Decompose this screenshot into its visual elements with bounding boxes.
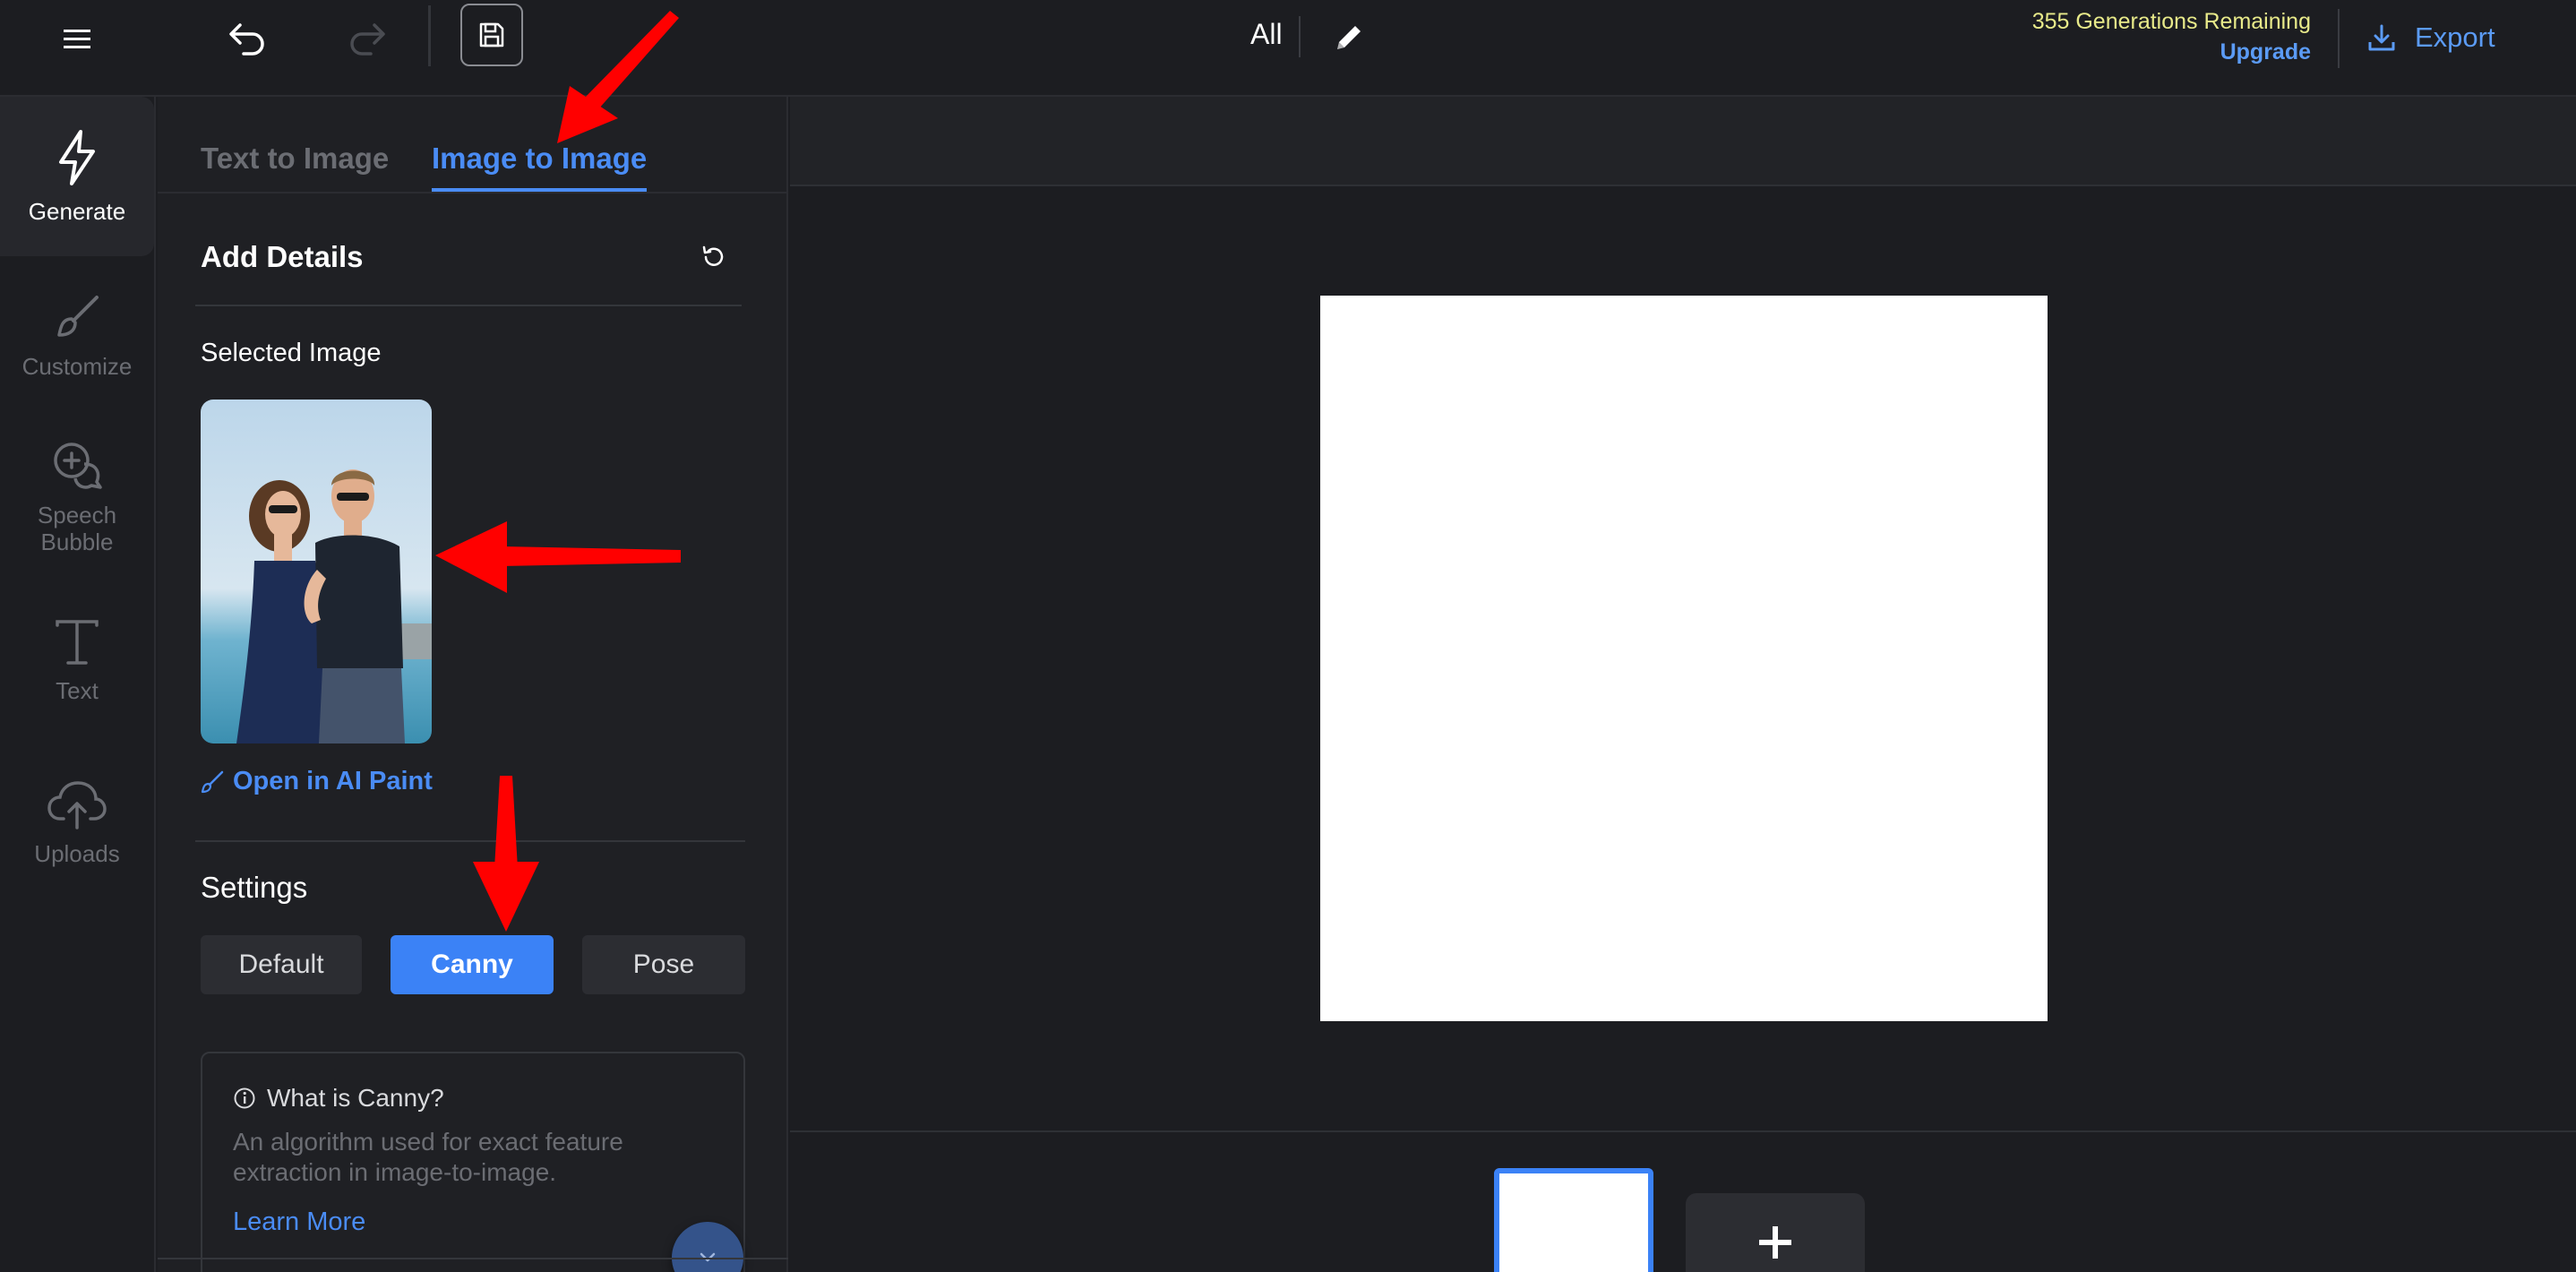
canvas-area bbox=[790, 97, 2576, 1272]
setting-canny-button[interactable]: Canny bbox=[391, 935, 554, 994]
generations-info: 355 Generations Remaining Upgrade bbox=[2032, 7, 2311, 68]
section-title: Add Details bbox=[201, 240, 364, 273]
reset-icon[interactable] bbox=[690, 233, 738, 281]
canvas-toolbar-strip bbox=[790, 97, 2576, 186]
title-divider bbox=[1299, 16, 1301, 57]
nav-item-speech-bubble[interactable]: Speech Bubble bbox=[0, 441, 154, 555]
nav-item-text[interactable]: Text bbox=[0, 618, 154, 704]
nav-label-text: Text bbox=[56, 677, 99, 704]
export-button[interactable]: Export bbox=[2366, 16, 2495, 59]
learn-more-link[interactable]: Learn More bbox=[233, 1208, 365, 1237]
cloud-upload-icon bbox=[47, 781, 107, 829]
text-icon bbox=[56, 620, 99, 665]
export-label: Export bbox=[2415, 21, 2495, 53]
open-in-ai-paint-link[interactable]: Open in AI Paint bbox=[201, 767, 433, 796]
nav-label-generate: Generate bbox=[28, 198, 126, 225]
export-divider bbox=[2338, 9, 2340, 68]
brush-icon bbox=[57, 296, 99, 337]
save-icon bbox=[479, 22, 504, 47]
tab-image-to-image[interactable]: Image to Image bbox=[432, 142, 648, 192]
left-navigation: Generate Customize Speech Bubble Text Up… bbox=[0, 97, 156, 1272]
app-root: All 355 Generations Remaining Upgrade Ex… bbox=[0, 0, 2576, 1272]
save-button[interactable] bbox=[460, 4, 523, 66]
hamburger-menu-icon[interactable] bbox=[50, 13, 104, 66]
settings-label: Settings bbox=[201, 871, 308, 904]
upgrade-link[interactable]: Upgrade bbox=[2032, 36, 2311, 68]
divider bbox=[195, 840, 745, 842]
nav-label-speech-bubble: Speech Bubble bbox=[37, 502, 117, 555]
lightning-icon bbox=[59, 130, 95, 185]
divider bbox=[158, 1258, 788, 1259]
top-toolbar: All 355 Generations Remaining Upgrade Ex… bbox=[0, 0, 2576, 97]
design-canvas[interactable] bbox=[1320, 296, 2048, 1021]
divider bbox=[195, 305, 742, 306]
info-icon bbox=[234, 1087, 255, 1109]
undo-icon[interactable] bbox=[219, 9, 276, 66]
nav-label-customize: Customize bbox=[21, 353, 133, 380]
selected-image-label: Selected Image bbox=[201, 339, 382, 367]
selected-image-thumbnail[interactable] bbox=[201, 400, 432, 743]
plus-icon bbox=[1759, 1226, 1791, 1259]
speech-bubble-icon bbox=[54, 443, 102, 489]
download-icon bbox=[2368, 24, 2395, 51]
nav-label-uploads: Uploads bbox=[34, 840, 120, 867]
page-thumbnail[interactable] bbox=[1494, 1168, 1653, 1272]
generate-panel: Text to Image Image to Image Add Details… bbox=[158, 97, 788, 1272]
nav-item-customize[interactable]: Customize bbox=[0, 292, 154, 380]
add-page-button[interactable] bbox=[1686, 1193, 1865, 1272]
nav-item-uploads[interactable]: Uploads bbox=[0, 779, 154, 867]
divider bbox=[790, 1130, 2576, 1132]
canny-info-card: What is Canny? An algorithm used for exa… bbox=[201, 1052, 745, 1272]
info-title-row: What is Canny? bbox=[233, 1084, 444, 1113]
pencil-icon[interactable] bbox=[1322, 11, 1376, 64]
info-description: An algorithm used for exact feature extr… bbox=[233, 1128, 623, 1186]
generate-tabs: Text to Image Image to Image bbox=[158, 97, 788, 193]
toolbar-divider bbox=[428, 5, 431, 66]
open-in-ai-paint-label: Open in AI Paint bbox=[233, 767, 433, 795]
brush-icon bbox=[201, 770, 224, 793]
setting-pose-button[interactable]: Pose bbox=[582, 935, 745, 994]
info-title: What is Canny? bbox=[267, 1084, 444, 1112]
generations-remaining: 355 Generations Remaining bbox=[2031, 9, 2311, 34]
tab-text-to-image[interactable]: Text to Image bbox=[201, 142, 389, 188]
all-pages-label[interactable]: All bbox=[1250, 18, 1283, 51]
redo-icon[interactable] bbox=[339, 9, 396, 66]
nav-item-generate[interactable]: Generate bbox=[0, 97, 154, 256]
setting-default-button[interactable]: Default bbox=[201, 935, 362, 994]
